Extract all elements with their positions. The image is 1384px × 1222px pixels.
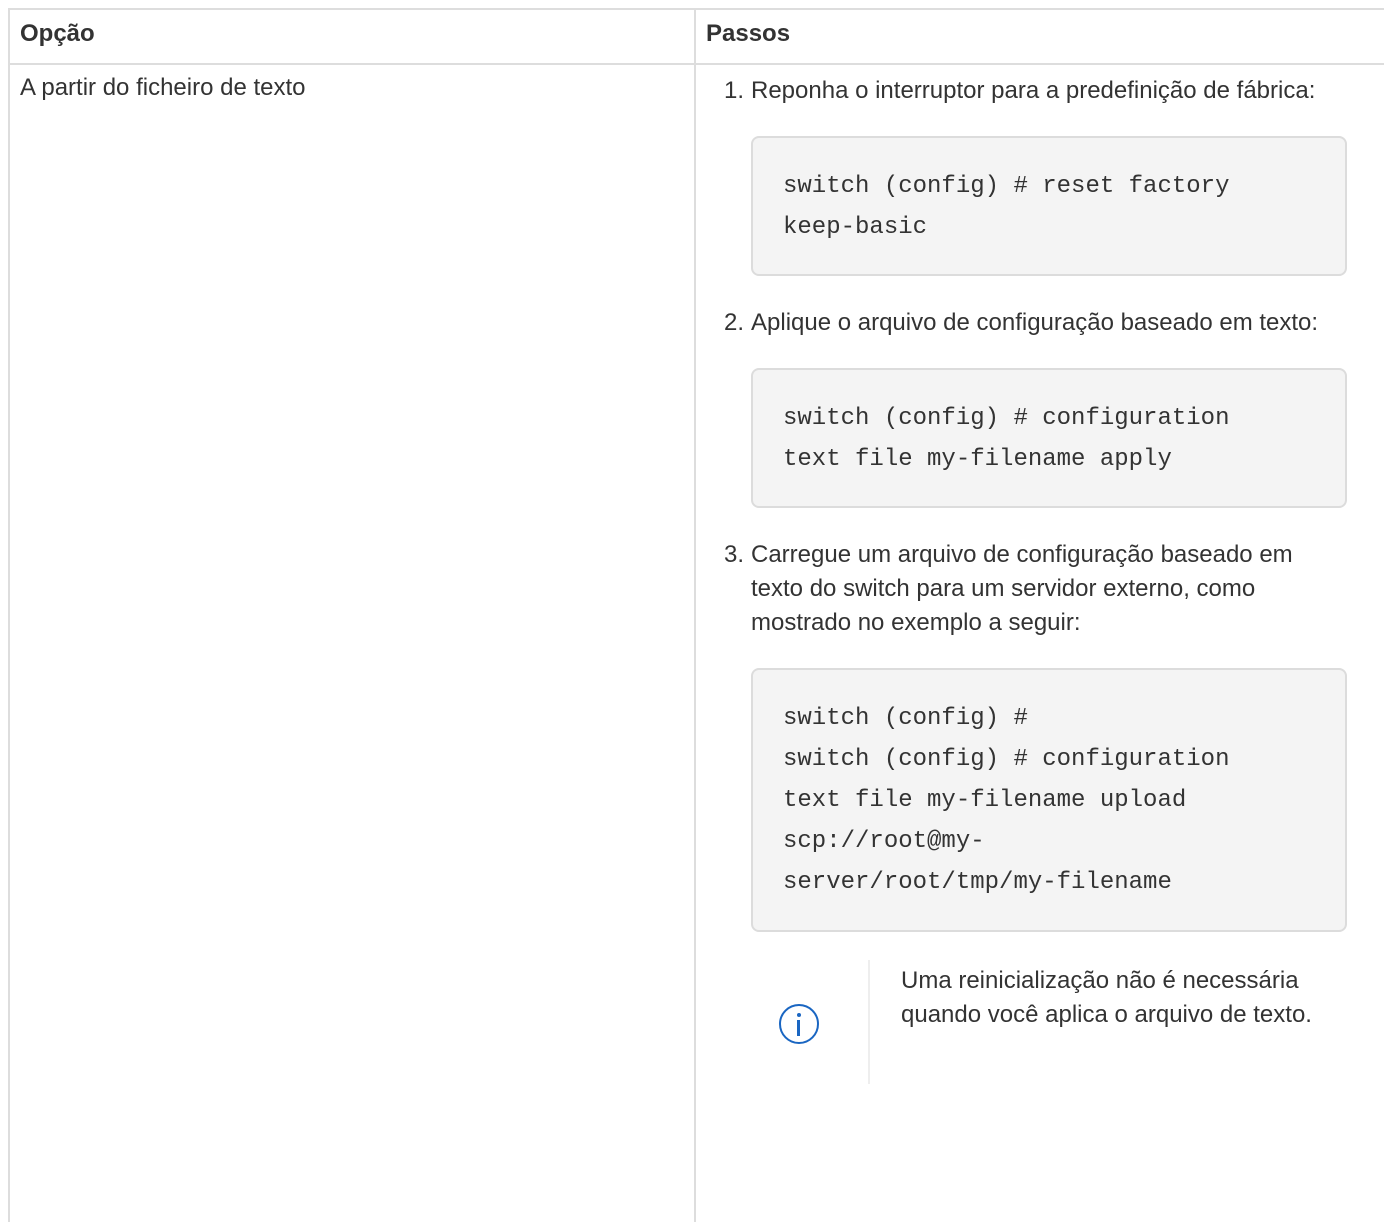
note-divider [868,960,870,1084]
header-option: Opção [20,20,95,47]
code-block[interactable]: switch (config) # switch (config) # conf… [751,668,1347,932]
note-text: Uma reinicialização não é necessária qua… [901,967,1312,1028]
code-block[interactable]: switch (config) # configuration text fil… [751,368,1347,508]
info-note: Uma reinicialização não é necessária qua… [751,960,1341,1084]
column-divider [694,8,696,1222]
step-1: 1. Reponha o interruptor para a predefin… [706,74,1347,276]
step-number: 2. [724,309,745,336]
step-text: Reponha o interruptor para a predefiniçã… [751,77,1316,104]
code-block[interactable]: switch (config) # reset factory keep-bas… [751,136,1347,276]
step-text: Aplique o arquivo de configuração basead… [751,309,1319,336]
step-number: 3. [724,541,745,568]
option-cell: A partir do ficheiro de texto [20,74,306,101]
header-divider [8,63,1384,65]
step-2: 2. Aplique o arquivo de configuração bas… [706,306,1347,508]
step-3: 3. Carregue um arquivo de configuração b… [706,538,1347,932]
header-steps: Passos [706,20,791,47]
steps-cell: 1. Reponha o interruptor para a predefin… [706,74,1347,1084]
step-number: 1. [724,77,745,104]
info-icon [779,1004,819,1044]
step-text: Carregue um arquivo de configuração base… [751,541,1293,636]
